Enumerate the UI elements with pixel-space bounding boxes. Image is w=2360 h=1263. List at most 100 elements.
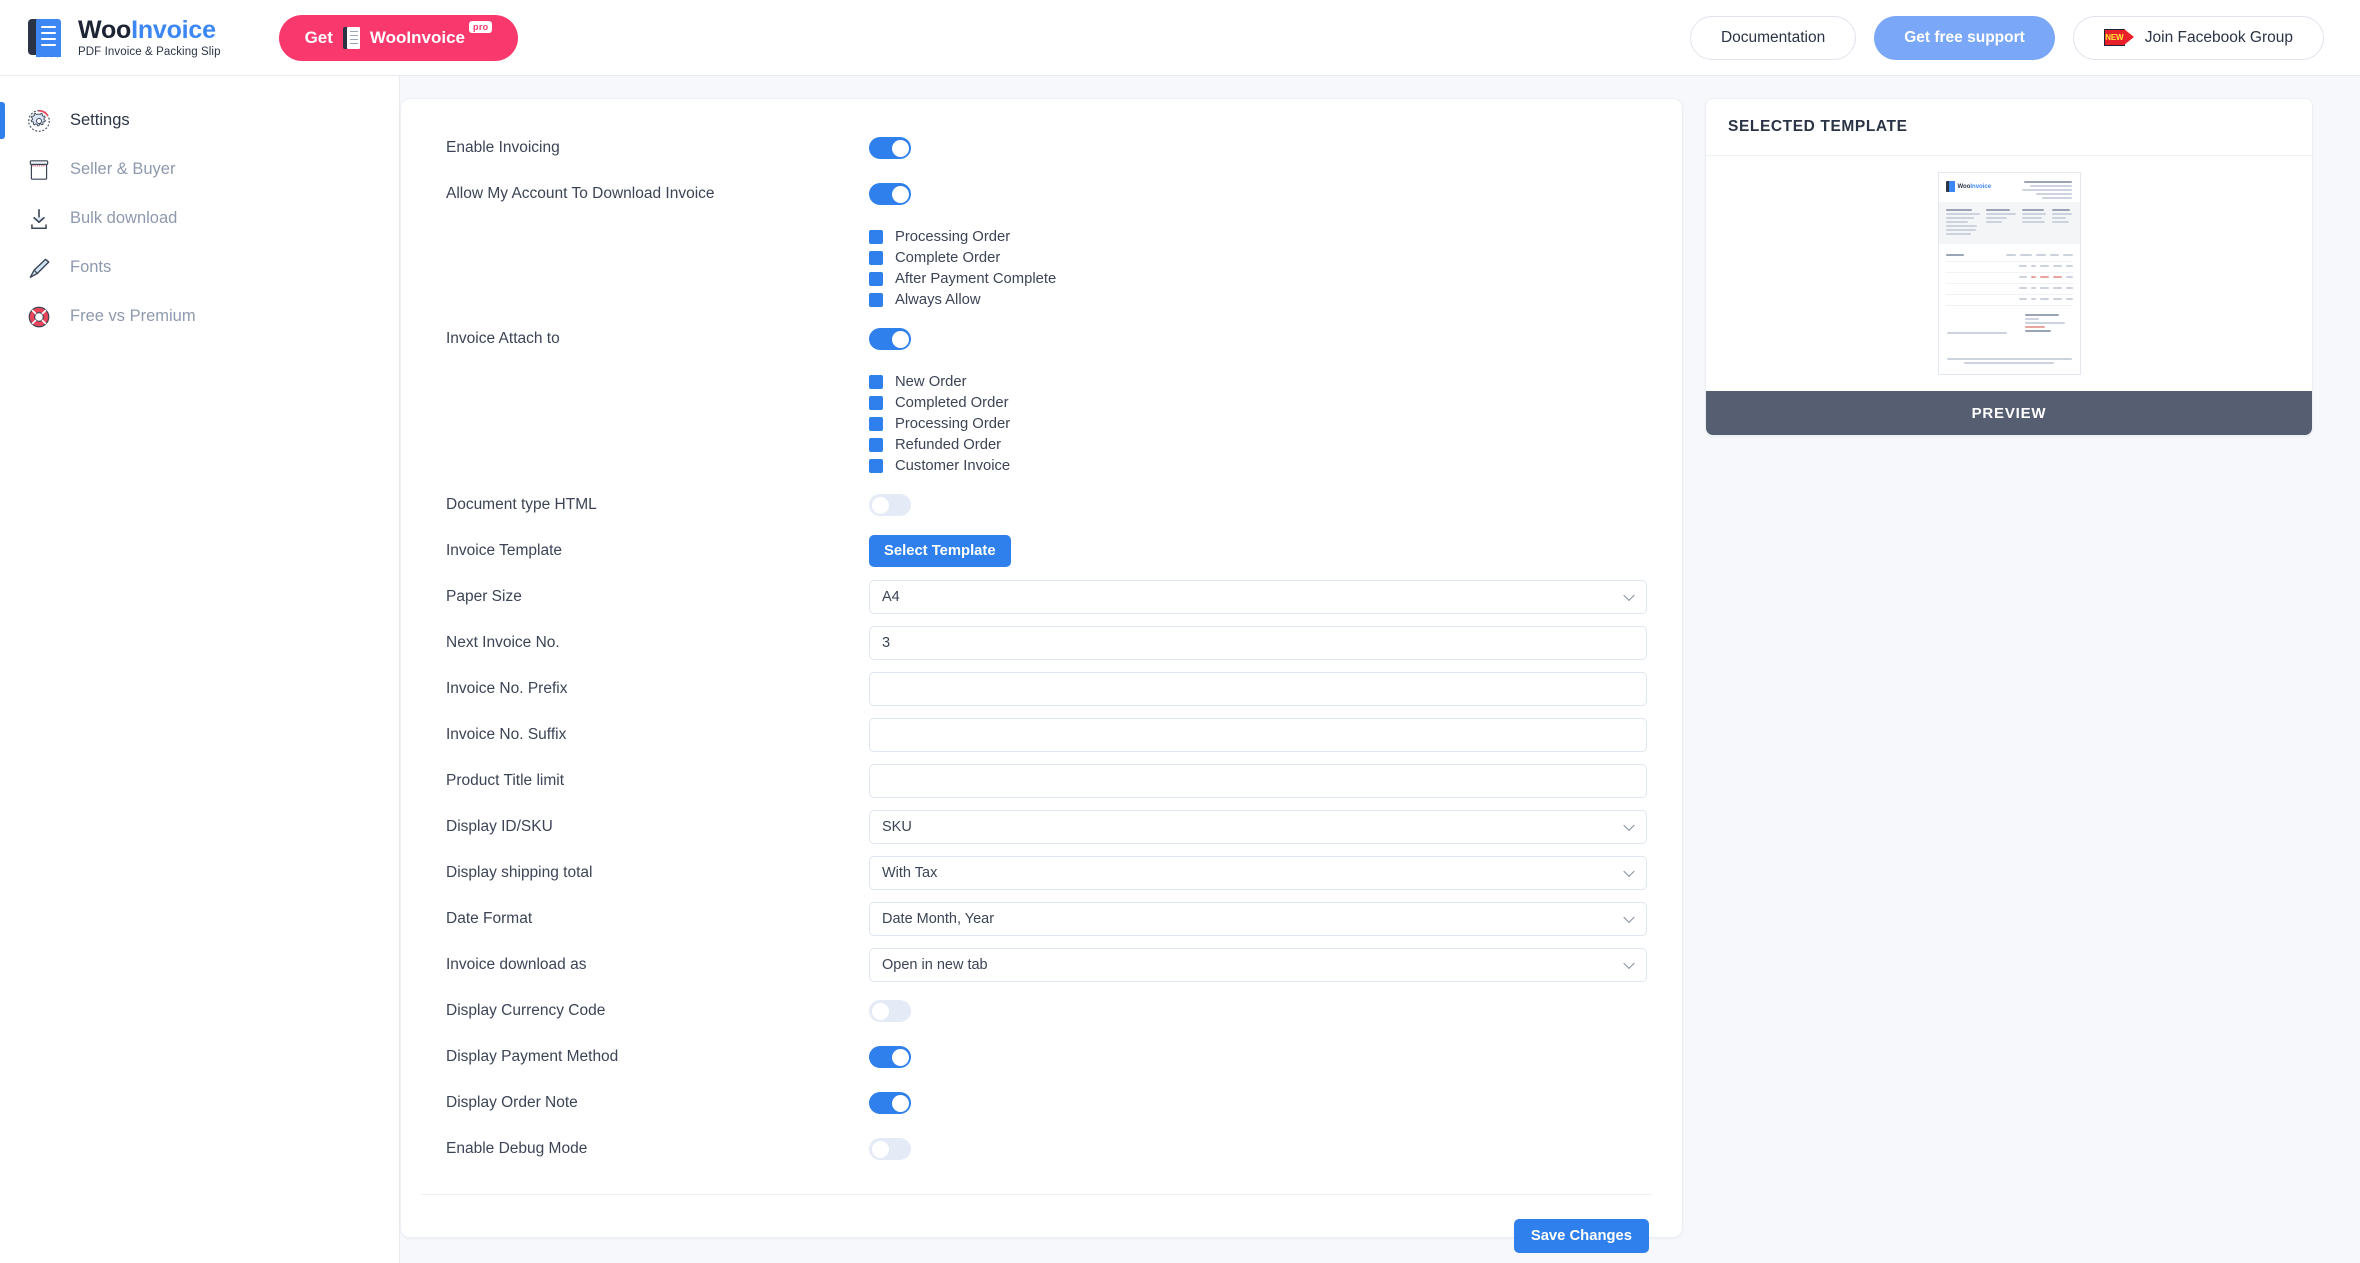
next-invoice-no-input[interactable]: 3: [869, 626, 1647, 660]
invoice-download-as-value: Open in new tab: [882, 957, 988, 973]
paper-size-value: A4: [882, 589, 900, 605]
brand-name-invoice: Invoice: [131, 15, 216, 44]
settings-form-card: Enable Invoicing Allow My Account To Dow…: [400, 98, 1683, 1253]
allow-download-label: Allow My Account To Download Invoice: [446, 185, 715, 202]
form-footer: Save Changes: [401, 1195, 1652, 1253]
checkbox-completed-order[interactable]: [869, 395, 883, 410]
template-thumbnail-area: WooInvoice: [1706, 156, 2312, 391]
date-format-label: Date Format: [446, 910, 533, 927]
chevron-down-icon: [1623, 911, 1635, 924]
download-icon: [26, 206, 52, 232]
row-display-payment-method: Display Payment Method: [401, 1034, 1652, 1080]
checkbox-refunded-order[interactable]: [869, 437, 883, 452]
sidebar-item-seller-buyer[interactable]: Seller & Buyer: [0, 145, 399, 194]
product-title-limit-input[interactable]: [869, 764, 1647, 798]
invoice-download-as-select[interactable]: Open in new tab: [869, 948, 1647, 982]
checkbox-item[interactable]: Complete Order: [869, 247, 1056, 268]
sidebar-item-label: Settings: [70, 111, 130, 129]
join-facebook-group-button[interactable]: NEW Join Facebook Group: [2072, 15, 2324, 60]
preview-button[interactable]: PREVIEW: [1706, 391, 2312, 435]
page-shell: Settings Seller & Buyer Bulk download Fo…: [0, 76, 2360, 1263]
display-id-sku-label: Display ID/SKU: [446, 818, 553, 835]
checkbox-item[interactable]: Processing Order: [869, 226, 1056, 247]
thumbnail-line-items: [1945, 251, 2073, 306]
row-next-invoice-no: Next Invoice No. 3: [401, 620, 1652, 666]
invoice-template-thumbnail[interactable]: WooInvoice: [1937, 172, 2081, 375]
display-shipping-total-select[interactable]: With Tax: [869, 856, 1647, 890]
row-invoice-attach-options: New Order Completed Order Processing Ord…: [401, 362, 1652, 482]
paper-size-select[interactable]: A4: [869, 580, 1647, 614]
thumbnail-note: [1946, 332, 2009, 336]
allow-download-toggle[interactable]: [869, 183, 911, 205]
get-pro-name-label: WooInvoice: [369, 27, 466, 47]
main-content: Enable Invoicing Allow My Account To Dow…: [400, 76, 2360, 1263]
get-pro-prefix-label: Get: [304, 27, 333, 47]
store-icon: [26, 157, 52, 183]
invoice-suffix-input[interactable]: [869, 718, 1647, 752]
enable-debug-mode-toggle[interactable]: [869, 1138, 911, 1160]
next-invoice-no-label: Next Invoice No.: [446, 634, 560, 651]
allow-download-checkbox-group: Processing Order Complete Order After Pa…: [869, 217, 1056, 316]
sidebar-item-fonts[interactable]: Fonts: [0, 243, 399, 292]
document-type-html-toggle[interactable]: [869, 494, 911, 516]
header-actions: Documentation Get free support NEW Join …: [1689, 15, 2324, 60]
new-arrow-icon: NEW: [2103, 29, 2134, 46]
get-wooinvoice-pro-button[interactable]: Get WooInvoice pro: [278, 14, 519, 61]
chevron-down-icon: [1623, 957, 1635, 970]
sidebar-item-free-vs-premium[interactable]: Free vs Premium: [0, 292, 399, 341]
display-order-note-toggle[interactable]: [869, 1092, 911, 1114]
checkbox-item[interactable]: Processing Order: [869, 413, 1010, 434]
display-id-sku-select[interactable]: SKU: [869, 810, 1647, 844]
row-document-type-html: Document type HTML: [401, 482, 1652, 528]
lifebuoy-icon: [26, 304, 52, 330]
invoice-suffix-label: Invoice No. Suffix: [446, 726, 567, 743]
sidebar-item-bulk-download[interactable]: Bulk download: [0, 194, 399, 243]
paper-size-label: Paper Size: [446, 588, 522, 605]
brand-name: WooInvoice: [78, 17, 221, 43]
display-shipping-total-value: With Tax: [882, 865, 938, 881]
checkbox-new-order[interactable]: [869, 374, 883, 389]
chevron-down-icon: [1623, 589, 1635, 602]
selected-template-title: SELECTED TEMPLATE: [1706, 99, 2312, 156]
chevron-down-icon: [1623, 865, 1635, 878]
row-display-shipping-total: Display shipping total With Tax: [401, 850, 1652, 896]
checkbox-always-allow[interactable]: [869, 292, 883, 307]
enable-debug-mode-label: Enable Debug Mode: [446, 1140, 588, 1157]
checkbox-customer-invoice[interactable]: [869, 458, 883, 473]
enable-invoicing-toggle[interactable]: [869, 137, 911, 159]
invoice-attach-toggle[interactable]: [869, 328, 911, 350]
documentation-button[interactable]: Documentation: [1689, 15, 1857, 60]
checkbox-item[interactable]: Customer Invoice: [869, 455, 1010, 476]
row-allow-download: Allow My Account To Download Invoice: [401, 171, 1652, 217]
date-format-select[interactable]: Date Month, Year: [869, 902, 1647, 936]
row-invoice-template: Invoice Template Select Template: [401, 528, 1652, 574]
checkbox-item[interactable]: New Order: [869, 371, 1010, 392]
checkbox-after-payment-complete[interactable]: [869, 271, 883, 286]
display-payment-method-toggle[interactable]: [869, 1046, 911, 1068]
checkbox-item[interactable]: Always Allow: [869, 289, 1056, 310]
brand-name-woo: Woo: [78, 15, 132, 44]
row-invoice-attach: Invoice Attach to: [401, 316, 1652, 362]
invoice-prefix-input[interactable]: [869, 672, 1647, 706]
thumbnail-address-block: [1938, 202, 2080, 244]
checkbox-processing-order-attach[interactable]: [869, 416, 883, 431]
invoice-download-as-label: Invoice download as: [446, 956, 587, 973]
checkbox-complete-order[interactable]: [869, 250, 883, 265]
facebook-group-label: Join Facebook Group: [2144, 28, 2293, 46]
checkbox-item[interactable]: After Payment Complete: [869, 268, 1056, 289]
sidebar-item-settings[interactable]: Settings: [0, 96, 399, 145]
pen-icon: [26, 255, 52, 281]
thumbnail-totals: [1946, 314, 2073, 334]
checkbox-processing-order[interactable]: [869, 229, 883, 244]
top-header-bar: WooInvoice PDF Invoice & Packing Slip Ge…: [0, 0, 2360, 76]
row-display-order-note: Display Order Note: [401, 1080, 1652, 1126]
select-template-button[interactable]: Select Template: [869, 535, 1011, 567]
save-changes-button[interactable]: Save Changes: [1513, 1219, 1649, 1253]
row-enable-debug-mode: Enable Debug Mode: [401, 1126, 1652, 1172]
get-free-support-button[interactable]: Get free support: [1874, 15, 2055, 60]
thumbnail-footer-text: [1946, 358, 2072, 364]
invoice-template-label: Invoice Template: [446, 542, 563, 559]
checkbox-item[interactable]: Completed Order: [869, 392, 1010, 413]
checkbox-item[interactable]: Refunded Order: [869, 434, 1010, 455]
display-currency-code-toggle[interactable]: [869, 1000, 911, 1022]
